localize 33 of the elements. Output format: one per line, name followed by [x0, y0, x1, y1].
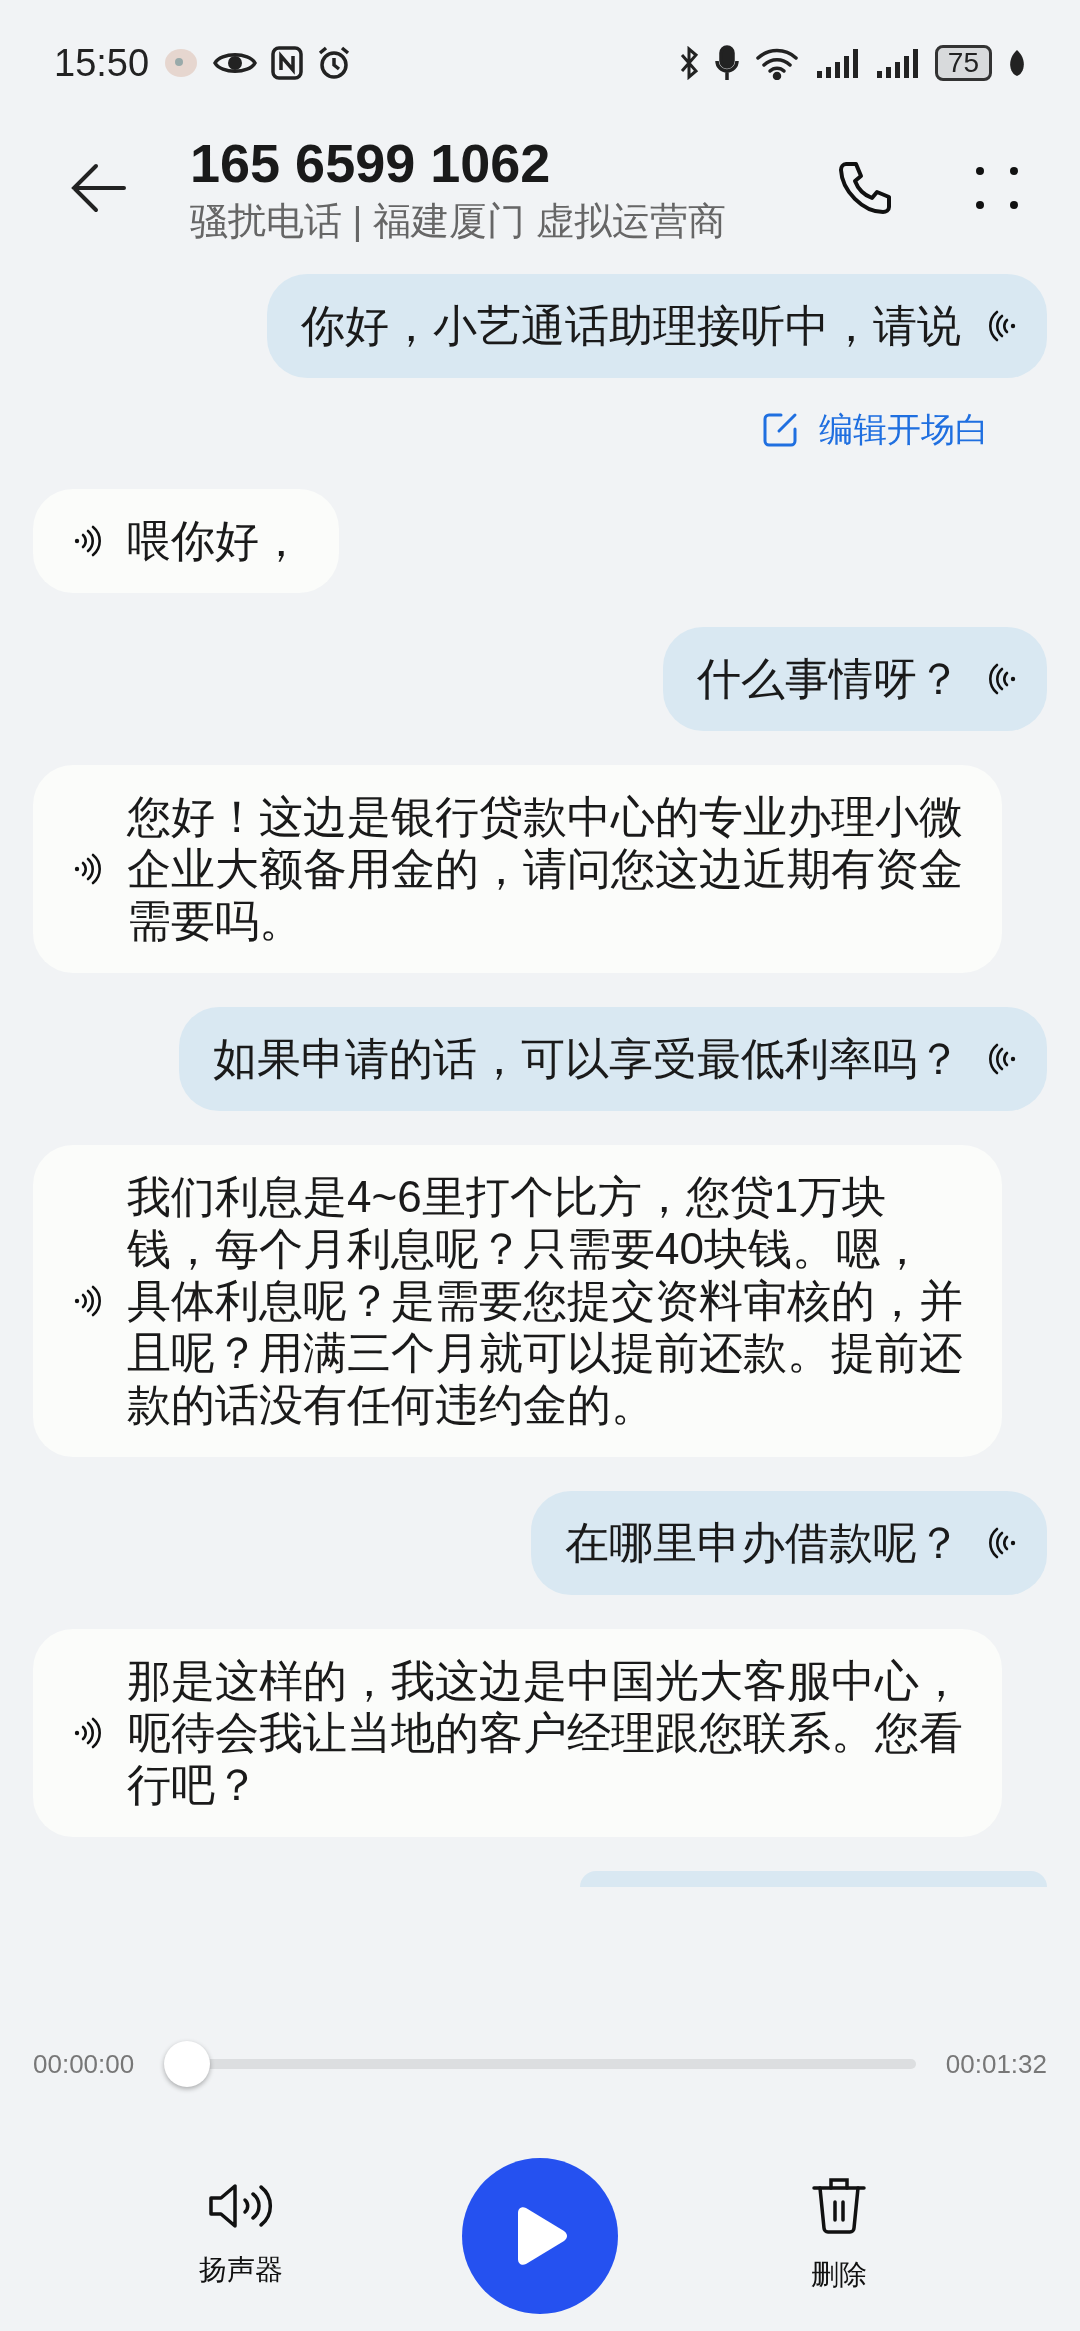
signal-icon	[814, 47, 859, 79]
trash-icon	[811, 2176, 868, 2234]
alarm-icon	[317, 46, 352, 80]
progress-slider[interactable]	[164, 2040, 916, 2088]
message-text: 我们利息是4~6里打个比方，您贷1万块钱，每个月利息呢？只需要40块钱。嗯，具体利息呢？是需要您提交资料审核的，并且呢？用满三个月就可以提前还款。提前还款的话没有任何违约金的。	[127, 1171, 964, 1431]
delete-button[interactable]: 删除	[759, 2176, 920, 2296]
status-time: 15:50	[54, 40, 150, 86]
wifi-icon	[754, 46, 799, 80]
message-text: 喂你好，	[127, 515, 303, 567]
microphone-icon	[714, 45, 739, 81]
app-notification-icon	[163, 47, 200, 79]
message-text: 什么事情呀？	[697, 653, 961, 705]
nfc-icon	[271, 46, 304, 80]
signal-icon	[874, 47, 919, 79]
speaker-icon	[207, 2181, 274, 2231]
edit-greeting-link[interactable]: 编辑开场白	[761, 404, 989, 455]
message-text: 在哪里申办借款呢？	[565, 1517, 961, 1569]
progress-thumb[interactable]	[164, 2041, 211, 2087]
battery-indicator: 75	[934, 45, 992, 81]
message-text: 如果申请的话，可以享受最低利率吗？	[213, 1033, 961, 1085]
speaker-button[interactable]: 扬声器	[160, 2181, 321, 2291]
elapsed-time: 00:00:00	[33, 2047, 135, 2081]
caller-info: 骚扰电话 | 福建厦门 虚拟运营商	[190, 199, 727, 244]
message-text: 你好，小艺通话助理接听中，请说	[301, 300, 961, 352]
phone-icon	[838, 160, 894, 216]
message-text: 您好！这边是银行贷款中心的专业办理小微企业大额备用金的，请问您这边近期有资金需要吗。	[127, 791, 964, 947]
bluetooth-icon	[678, 46, 699, 80]
phone-number: 165 6599 1062	[190, 132, 552, 195]
back-button[interactable]	[70, 163, 128, 213]
call-button[interactable]	[838, 160, 894, 216]
total-time: 00:01:32	[945, 2047, 1047, 2081]
leaf-icon	[1008, 48, 1026, 78]
message-text: 那是这样的，我这边是中国光大客服中心，呃待会我让当地的客户经理跟您联系。您看行吧？	[127, 1655, 964, 1811]
